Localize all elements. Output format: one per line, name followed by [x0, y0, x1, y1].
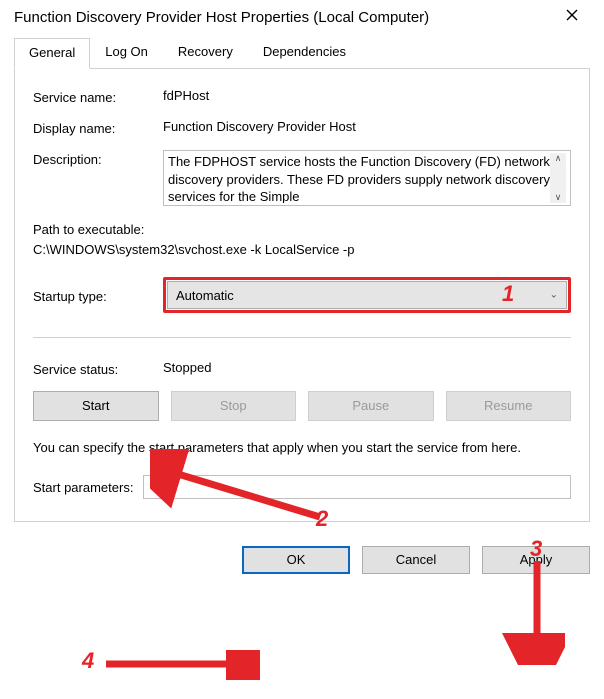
tabstrip: General Log On Recovery Dependencies — [14, 37, 590, 69]
pause-button: Pause — [308, 391, 434, 421]
annotation-4: 4 — [82, 648, 94, 674]
start-parameters-input[interactable] — [143, 475, 571, 499]
description-box: The FDPHOST service hosts the Function D… — [163, 150, 571, 206]
label-startup-type: Startup type: — [33, 287, 163, 304]
label-start-parameters: Start parameters: — [33, 480, 133, 495]
description-scrollbar[interactable]: ∧ ∨ — [550, 153, 566, 203]
tab-logon[interactable]: Log On — [90, 37, 163, 68]
startup-type-highlight: Automatic ⌄ — [163, 277, 571, 313]
label-description: Description: — [33, 150, 163, 167]
hint-text: You can specify the start parameters tha… — [33, 439, 571, 457]
label-path: Path to executable: — [33, 220, 571, 240]
scroll-down-icon[interactable]: ∨ — [555, 192, 562, 203]
value-service-status: Stopped — [163, 360, 211, 377]
close-button[interactable] — [552, 8, 592, 26]
tab-recovery[interactable]: Recovery — [163, 37, 248, 68]
apply-button[interactable]: Apply — [482, 546, 590, 574]
general-panel: Service name: fdPHost Display name: Func… — [14, 68, 590, 522]
value-path: C:\WINDOWS\system32\svchost.exe -k Local… — [33, 240, 571, 260]
close-icon — [566, 9, 578, 21]
start-button[interactable]: Start — [33, 391, 159, 421]
ok-button[interactable]: OK — [242, 546, 350, 574]
startup-type-select[interactable]: Automatic ⌄ — [167, 281, 567, 309]
window-title: Function Discovery Provider Host Propert… — [14, 9, 429, 26]
scroll-up-icon[interactable]: ∧ — [555, 153, 562, 164]
chevron-down-icon: ⌄ — [550, 290, 558, 301]
value-description: The FDPHOST service hosts the Function D… — [168, 153, 550, 203]
value-service-name: fdPHost — [163, 88, 571, 103]
value-display-name: Function Discovery Provider Host — [163, 119, 571, 134]
label-display-name: Display name: — [33, 119, 163, 136]
label-service-status: Service status: — [33, 360, 163, 377]
resume-button: Resume — [446, 391, 572, 421]
annotation-arrow-4 — [100, 650, 260, 680]
tab-dependencies[interactable]: Dependencies — [248, 37, 361, 68]
startup-type-value: Automatic — [176, 288, 234, 303]
cancel-button[interactable]: Cancel — [362, 546, 470, 574]
divider — [33, 337, 571, 338]
stop-button: Stop — [171, 391, 297, 421]
label-service-name: Service name: — [33, 88, 163, 105]
tab-general[interactable]: General — [14, 38, 90, 69]
